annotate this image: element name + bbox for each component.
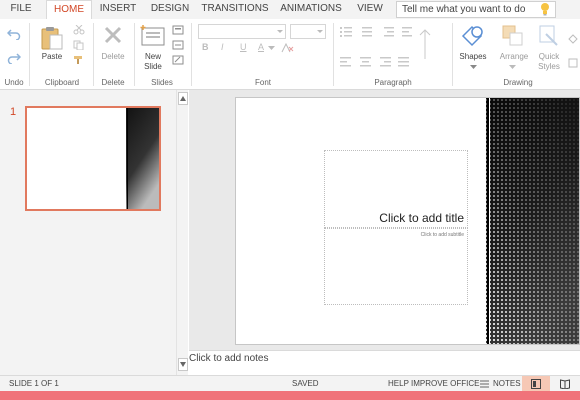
slide-editing-area: Click to add title Click to add subtitle — [189, 90, 580, 350]
chevron-down-icon — [268, 46, 275, 50]
notes-placeholder: Click to add notes — [189, 353, 269, 364]
new-slide-icon[interactable] — [140, 24, 166, 48]
chevron-up-icon — [180, 96, 186, 101]
thumbnail-dot-pattern — [125, 108, 159, 209]
chevron-down-icon — [470, 65, 477, 69]
chevron-down-icon — [180, 362, 186, 367]
ribbon-divider — [29, 23, 30, 86]
reset-slide-icon[interactable] — [172, 40, 184, 50]
group-label-slides: Slides — [151, 78, 173, 87]
notes-icon — [480, 380, 489, 388]
ribbon-divider — [452, 23, 453, 86]
arrange-button[interactable]: Arrange — [495, 52, 533, 62]
reading-view-icon[interactable] — [560, 379, 570, 389]
notes-toggle-button[interactable]: NOTES — [493, 379, 521, 388]
font-color-button[interactable]: A — [258, 42, 264, 52]
paste-button[interactable]: Paste — [36, 52, 68, 62]
title-placeholder[interactable]: Click to add title — [324, 150, 468, 228]
delete-icon[interactable] — [103, 25, 123, 45]
tab-transitions[interactable]: TRANSITIONS — [201, 0, 269, 19]
group-label-paragraph: Paragraph — [374, 78, 412, 87]
font-size-select[interactable] — [290, 24, 326, 39]
slide-canvas[interactable]: Click to add title Click to add subtitle — [235, 97, 580, 345]
group-label-clipboard: Clipboard — [44, 78, 80, 87]
italic-button[interactable]: I — [221, 42, 224, 52]
ribbon-divider — [134, 23, 135, 86]
bottom-accent-bar — [0, 391, 580, 400]
scroll-up-button[interactable] — [178, 92, 188, 105]
slide-thumbnail-pane: 1 — [0, 90, 188, 375]
new-slide-button-line1[interactable]: New — [138, 52, 168, 62]
bold-button[interactable]: B — [202, 42, 209, 52]
paste-icon[interactable] — [40, 25, 64, 51]
tab-animations[interactable]: ANIMATIONS — [277, 0, 345, 19]
ribbon-divider — [333, 23, 334, 86]
normal-view-button[interactable] — [522, 376, 550, 392]
delete-button[interactable]: Delete — [96, 52, 130, 62]
group-label-undo: Undo — [4, 78, 24, 87]
chevron-down-icon — [277, 30, 283, 33]
shape-fill-icon[interactable] — [567, 33, 579, 45]
tab-design[interactable]: DESIGN — [147, 0, 193, 19]
help-improve-office-link[interactable]: HELP IMPROVE OFFICE — [388, 379, 479, 388]
scroll-down-button[interactable] — [178, 358, 188, 371]
redo-icon[interactable] — [7, 52, 21, 64]
tab-view[interactable]: VIEW — [353, 0, 387, 19]
title-placeholder-text: Click to add title — [379, 211, 464, 225]
tell-me-search-input[interactable]: Tell me what you want to do — [396, 1, 556, 18]
shapes-button[interactable]: Shapes — [456, 52, 490, 62]
status-bar: SLIDE 1 OF 1 SAVED HELP IMPROVE OFFICE N… — [0, 375, 580, 392]
underline-button[interactable]: U — [240, 42, 247, 52]
notes-pane[interactable]: Click to add notes — [189, 350, 580, 375]
tab-home[interactable]: HOME — [46, 0, 92, 19]
tab-insert[interactable]: INSERT — [96, 0, 140, 19]
layout-icon[interactable] — [172, 25, 184, 35]
normal-view-icon — [531, 379, 541, 389]
format-painter-icon[interactable] — [73, 55, 85, 65]
shapes-icon[interactable] — [460, 24, 486, 48]
subtitle-placeholder-text: Click to add subtitle — [420, 232, 464, 238]
lightbulb-icon[interactable] — [539, 2, 551, 16]
halftone-dot-pattern — [484, 98, 579, 344]
shape-outline-icon[interactable] — [567, 57, 579, 69]
ribbon-divider — [191, 23, 192, 86]
font-name-select[interactable] — [198, 24, 286, 39]
copy-icon[interactable] — [73, 40, 85, 50]
slide-count-status: SLIDE 1 OF 1 — [9, 379, 59, 388]
subtitle-placeholder[interactable]: Click to add subtitle — [324, 228, 468, 305]
ribbon-divider — [93, 23, 94, 86]
thumbnail-scrollbar[interactable] — [176, 90, 188, 375]
slide-number: 1 — [10, 106, 17, 118]
ribbon-home: Undo Paste Clipboard Delete Delete New S… — [0, 19, 580, 90]
tab-file[interactable]: FILE — [4, 0, 38, 19]
undo-icon[interactable] — [7, 28, 21, 40]
quick-styles-icon[interactable] — [538, 24, 560, 48]
ribbon-tab-bar: FILE HOME INSERT DESIGN TRANSITIONS ANIM… — [0, 0, 580, 19]
new-slide-button-line2[interactable]: Slide — [138, 62, 168, 72]
save-status: SAVED — [292, 379, 319, 388]
clear-formatting-icon[interactable] — [280, 43, 294, 53]
chevron-down-icon — [317, 30, 323, 33]
quick-styles-button-line1[interactable]: Quick — [533, 52, 565, 62]
cut-icon[interactable] — [73, 25, 85, 35]
quick-styles-button-line2[interactable]: Styles — [533, 62, 565, 72]
group-label-drawing: Drawing — [503, 78, 533, 87]
group-label-font: Font — [254, 78, 271, 87]
paragraph-icons — [340, 27, 431, 67]
chevron-down-icon — [509, 65, 516, 69]
slide-thumbnail[interactable] — [25, 106, 161, 211]
section-icon[interactable] — [172, 55, 184, 65]
arrange-icon[interactable] — [501, 24, 525, 48]
group-label-delete: Delete — [101, 78, 125, 87]
